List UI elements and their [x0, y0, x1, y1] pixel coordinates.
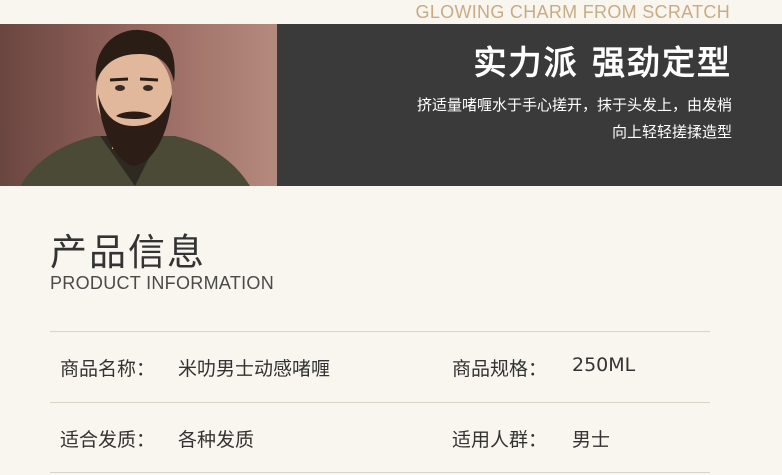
banner-title: 实力派 强劲定型 [473, 43, 732, 82]
section-subtitle: PRODUCT INFORMATION [50, 273, 275, 293]
hero-banner: 实力派 强劲定型 挤适量啫喱水于手心搓开，抹于头发上，由发梢 向上轻轻搓揉造型 [0, 24, 782, 186]
info-value: 米叻男士动感啫喱 [178, 358, 331, 380]
tagline: GLOWING CHARM FROM SCRATCH [415, 2, 730, 22]
divider [50, 472, 710, 473]
section-title: 产品信息 [50, 231, 206, 274]
bearded-man-illustration [20, 29, 250, 186]
banner-desc-line-1: 挤适量啫喱水于手心搓开，抹于头发上，由发梢 [416, 96, 732, 114]
info-value: 250ML [572, 354, 636, 376]
info-value: 男士 [572, 429, 611, 451]
info-label: 适用人群： [452, 429, 548, 451]
model-photo [0, 24, 277, 186]
banner-description: 挤适量啫喱水于手心搓开，抹于头发上，由发梢 向上轻轻搓揉造型 [312, 92, 732, 146]
info-value: 各种发质 [178, 429, 255, 451]
info-row: 商品名称： 米叻男士动感啫喱 商品规格： 250ML [0, 332, 782, 402]
top-strip: GLOWING CHARM FROM SCRATCH [0, 0, 782, 24]
info-label: 商品规格： [452, 358, 548, 380]
info-label: 商品名称： [60, 358, 156, 380]
info-row: 适合发质： 各种发质 适用人群： 男士 [0, 403, 782, 473]
banner-desc-line-2: 向上轻轻搓揉造型 [611, 123, 732, 141]
info-label: 适合发质： [60, 429, 156, 451]
